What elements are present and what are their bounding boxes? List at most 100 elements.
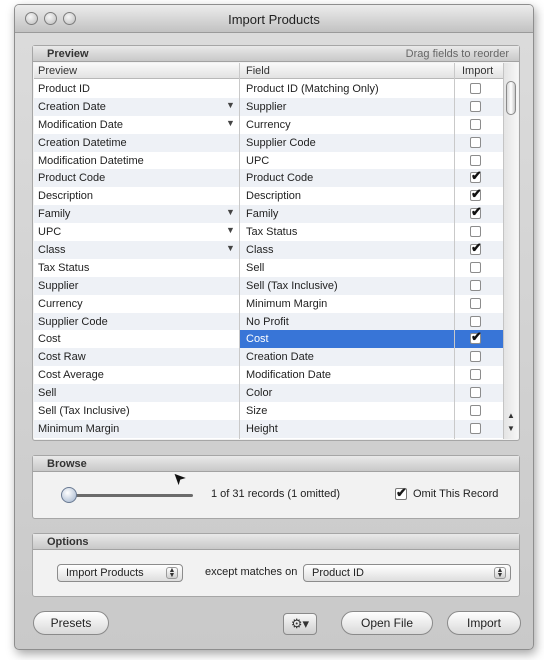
field-name[interactable]: Sell (Tax Inclusive) — [246, 280, 338, 292]
column-header-preview[interactable]: Preview — [38, 65, 77, 77]
scroll-up-arrow-icon[interactable]: ▲ — [507, 411, 515, 420]
preview-value: Tax Status — [38, 261, 90, 274]
field-name[interactable]: Class — [246, 244, 274, 256]
import-checkbox[interactable]: ✔ — [470, 168, 482, 184]
table-row[interactable]: Supplier Code No Profit — [34, 312, 518, 331]
title-bar[interactable]: Import Products — [15, 5, 533, 33]
table-row[interactable]: Minimum Margin Height — [34, 419, 518, 438]
record-slider-track[interactable] — [63, 494, 193, 497]
preview-value: Cost Raw — [38, 351, 86, 364]
dropdown-arrow-icon[interactable]: ▼ — [226, 243, 235, 253]
import-checkbox[interactable] — [470, 297, 481, 309]
table-row[interactable]: UPC ▼ Tax Status — [34, 223, 518, 241]
table-row[interactable]: Cost Average Modification Date — [34, 366, 518, 384]
field-name[interactable]: Currency — [246, 119, 291, 131]
table-row[interactable]: Supplier Sell (Tax Inclusive) — [34, 276, 518, 295]
import-button[interactable]: Import — [447, 611, 521, 635]
field-mapping-table: Preview Field Import Product ID Product I… — [34, 63, 518, 439]
table-row[interactable]: Modification Datetime UPC — [34, 152, 518, 170]
import-checkbox[interactable] — [470, 369, 481, 381]
import-checkbox[interactable] — [470, 118, 481, 130]
column-header-field[interactable]: Field — [246, 65, 270, 77]
field-name[interactable]: UPC — [246, 155, 269, 167]
preview-value: Supplier Code — [38, 315, 108, 328]
dropdown-arrow-icon[interactable]: ▼ — [226, 225, 235, 235]
import-checkbox[interactable] — [470, 405, 481, 417]
table-row[interactable]: Tax Status Sell — [34, 259, 518, 277]
table-row[interactable]: Modification Date ▼ Currency — [34, 116, 518, 134]
import-checkbox[interactable] — [470, 154, 481, 166]
import-checkbox[interactable]: ✔ — [470, 186, 482, 202]
check-icon: ✔ — [471, 168, 482, 184]
record-slider-knob[interactable] — [61, 487, 77, 503]
table-row[interactable]: Creation Datetime Supplier Code — [34, 133, 518, 152]
field-name[interactable]: Supplier — [246, 101, 286, 113]
import-checkbox[interactable] — [470, 226, 481, 238]
scrollbar-thumb[interactable] — [506, 81, 516, 115]
import-checkbox[interactable]: ✔ — [470, 329, 482, 345]
column-divider — [239, 63, 240, 439]
import-checkbox[interactable] — [470, 261, 481, 273]
import-mode-popup[interactable]: Import Products ▲ ▼ — [57, 564, 183, 582]
import-checkbox[interactable] — [470, 279, 481, 291]
field-name[interactable]: Family — [246, 208, 278, 220]
table-row[interactable]: Cost Raw Creation Date — [34, 348, 518, 367]
table-row[interactable]: Currency Minimum Margin — [34, 295, 518, 313]
field-name[interactable]: Creation Date — [246, 351, 314, 363]
dropdown-arrow-icon[interactable]: ▼ — [226, 207, 235, 217]
field-name[interactable]: Tax Status — [246, 226, 297, 238]
import-checkbox[interactable] — [470, 100, 481, 112]
import-checkbox[interactable] — [470, 351, 481, 363]
options-panel: Options Import Products ▲ ▼ except matche… — [32, 533, 520, 597]
preview-value: Sell (Tax Inclusive) — [38, 405, 130, 418]
import-checkbox[interactable] — [470, 136, 481, 148]
field-name[interactable]: Sell — [246, 262, 264, 274]
dropdown-arrow-icon[interactable]: ▼ — [226, 118, 235, 128]
field-name[interactable]: Size — [246, 405, 267, 417]
match-field-popup[interactable]: Product ID ▲ ▼ — [303, 564, 511, 582]
presets-button[interactable]: Presets — [33, 611, 109, 635]
table-row[interactable]: Sell (Tax Inclusive) Size — [34, 402, 518, 420]
gear-menu-button[interactable]: ⚙▾ — [283, 613, 317, 635]
table-scrollbar[interactable]: ▲ ▼ — [503, 63, 518, 439]
field-name[interactable]: Product Code — [246, 172, 313, 184]
table-row[interactable]: Cost Cost ✔ — [34, 329, 518, 349]
check-icon: ✔ — [471, 186, 482, 202]
scroll-down-arrow-icon[interactable]: ▼ — [507, 424, 515, 433]
field-name[interactable]: Height — [246, 423, 278, 435]
field-name[interactable]: Minimum Margin — [246, 298, 327, 310]
preview-value: Creation Datetime — [38, 136, 127, 149]
field-name[interactable]: No Profit — [246, 316, 289, 328]
import-checkbox[interactable]: ✔ — [470, 204, 482, 220]
preview-value: UPC — [38, 226, 62, 239]
dropdown-arrow-icon[interactable]: ▼ — [226, 100, 235, 110]
table-row[interactable]: Sell Color — [34, 384, 518, 403]
import-checkbox[interactable] — [470, 387, 481, 399]
omit-record-label[interactable]: Omit This Record — [413, 488, 498, 500]
table-row[interactable]: Class ▼ Class ✔ — [34, 240, 518, 259]
table-row[interactable]: Description Description ✔ — [34, 186, 518, 205]
table-row[interactable]: Family ▼ Family ✔ — [34, 204, 518, 224]
import-checkbox[interactable] — [470, 83, 481, 94]
import-products-window: Import Products Preview Drag fields to r… — [14, 4, 534, 650]
preview-value: Family — [38, 208, 71, 221]
table-row[interactable]: Creation Date ▼ Supplier — [34, 97, 518, 116]
field-name[interactable]: Cost — [246, 333, 269, 345]
import-checkbox[interactable] — [470, 315, 481, 327]
field-name[interactable]: Supplier Code — [246, 137, 316, 149]
import-checkbox[interactable]: ✔ — [470, 240, 482, 256]
options-panel-title: Options — [47, 536, 89, 548]
field-name[interactable]: Description — [246, 190, 301, 202]
field-name[interactable]: Modification Date — [246, 369, 331, 381]
import-checkbox[interactable] — [470, 422, 481, 434]
omit-record-checkbox[interactable]: ✔ — [395, 485, 407, 500]
table-row[interactable]: Product ID Product ID (Matching Only) — [34, 80, 518, 98]
column-header-import[interactable]: Import — [462, 65, 493, 77]
field-name[interactable]: Color — [246, 387, 272, 399]
table-row[interactable]: Product Code Product Code ✔ — [34, 168, 518, 188]
open-file-button[interactable]: Open File — [341, 611, 433, 635]
field-name[interactable]: Product ID (Matching Only) — [246, 83, 379, 95]
table-header: Preview Field Import — [34, 63, 518, 79]
record-count-text: 1 of 31 records (1 omitted) — [211, 488, 341, 500]
browse-panel: Browse 1 of 31 records (1 omitted) ✔ Omi… — [32, 455, 520, 519]
